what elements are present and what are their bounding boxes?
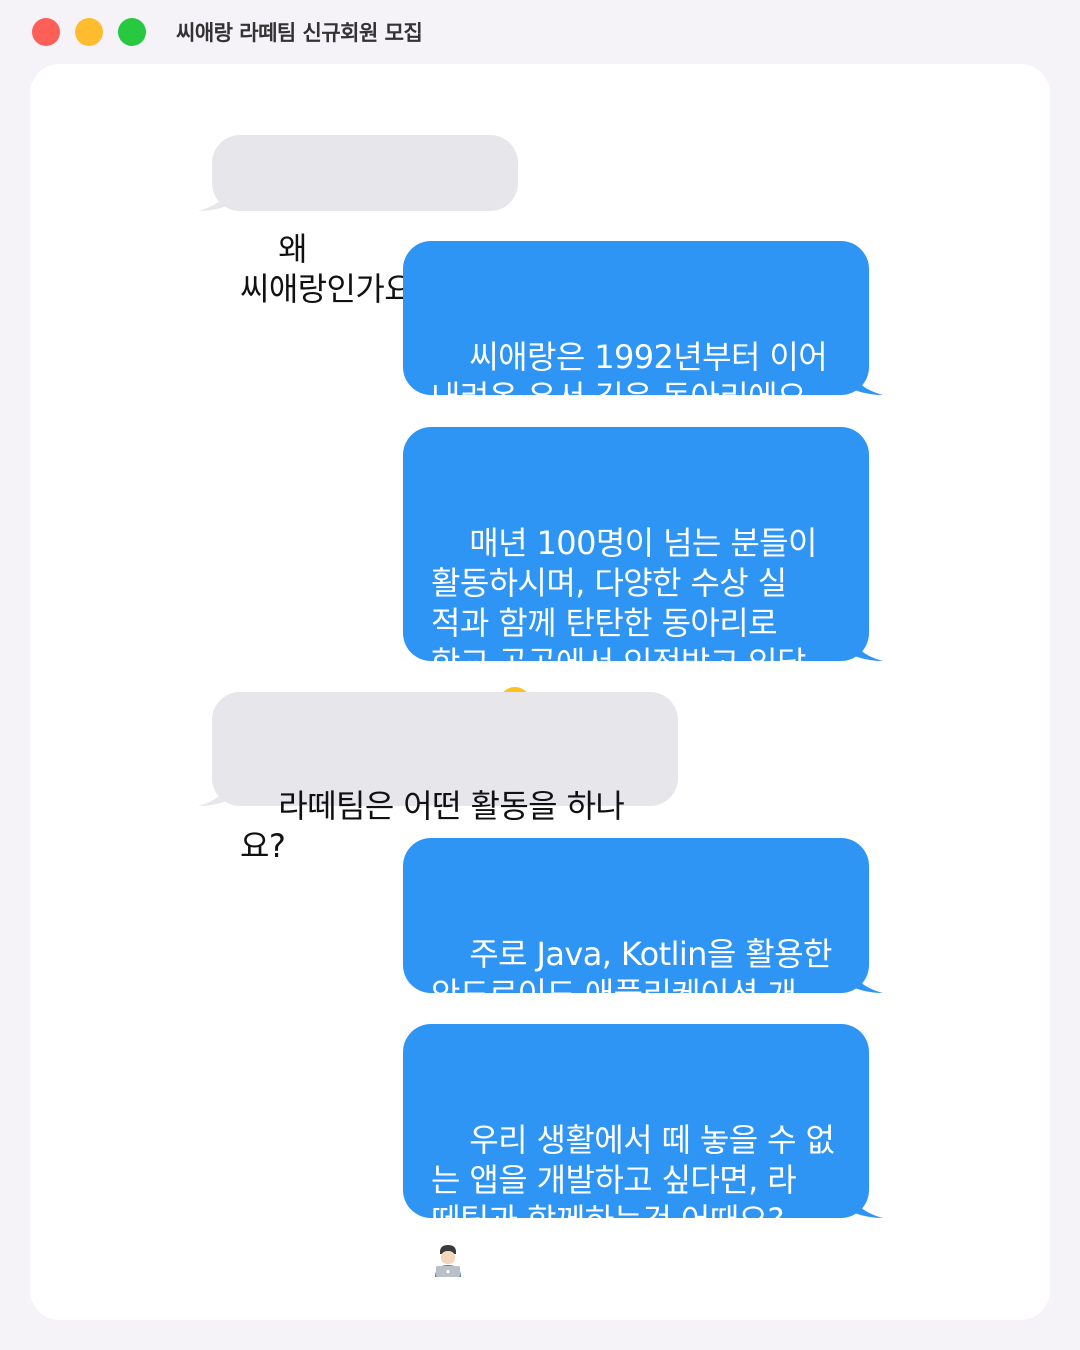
chat-panel: 왜 씨애랑인가요? 씨애랑은 1992년부터 이어 내려온 유서 깊은 동아리에… — [30, 64, 1050, 1320]
minimize-window-button[interactable] — [75, 18, 103, 46]
message-text: 우리 생활에서 떼 놓을 수 없 는 앱을 개발하고 싶다면, 라 떼팀과 함께… — [431, 1121, 835, 1239]
message-text: 씨애랑은 1992년부터 이어 내려온 유서 깊은 동아리에요 — [431, 338, 828, 416]
technologist-icon — [435, 1245, 461, 1277]
bubble-tail-icon — [843, 365, 883, 395]
window-title: 씨애랑 라떼팀 신규회원 모집 — [176, 21, 423, 45]
message-bubble-received-4: 라떼팀은 어떤 활동을 하나 요? — [198, 692, 678, 865]
bubble-tail-icon — [198, 776, 238, 806]
message-bubble-sent-5: 주로 Java, Kotlin을 활용한 안드로이드 애플리케이션 개 발에 대… — [403, 838, 883, 1053]
window-titlebar: 씨애랑 라떼팀 신규회원 모집 — [0, 0, 1080, 64]
message-bubble-received-1: 왜 씨애랑인가요? — [198, 135, 518, 308]
maximize-window-button[interactable] — [118, 18, 146, 46]
message-bubble-sent-3: 매년 100명이 넘는 분들이 활동하시며, 다양한 수상 실 적과 함께 탄탄… — [403, 427, 883, 722]
message-bubble-sent-2: 씨애랑은 1992년부터 이어 내려온 유서 깊은 동아리에요 — [403, 241, 883, 493]
bubble-tail-icon — [198, 181, 238, 211]
bubble-tail-icon — [843, 1188, 883, 1218]
message-text: 왜 씨애랑인가요? — [240, 230, 430, 308]
bubble-tail-icon — [843, 631, 883, 661]
close-window-button[interactable] — [32, 18, 60, 46]
bubble-tail-icon — [843, 963, 883, 993]
message-bubble-sent-6: 우리 생활에서 떼 놓을 수 없 는 앱을 개발하고 싶다면, 라 떼팀과 함께… — [403, 1024, 883, 1277]
